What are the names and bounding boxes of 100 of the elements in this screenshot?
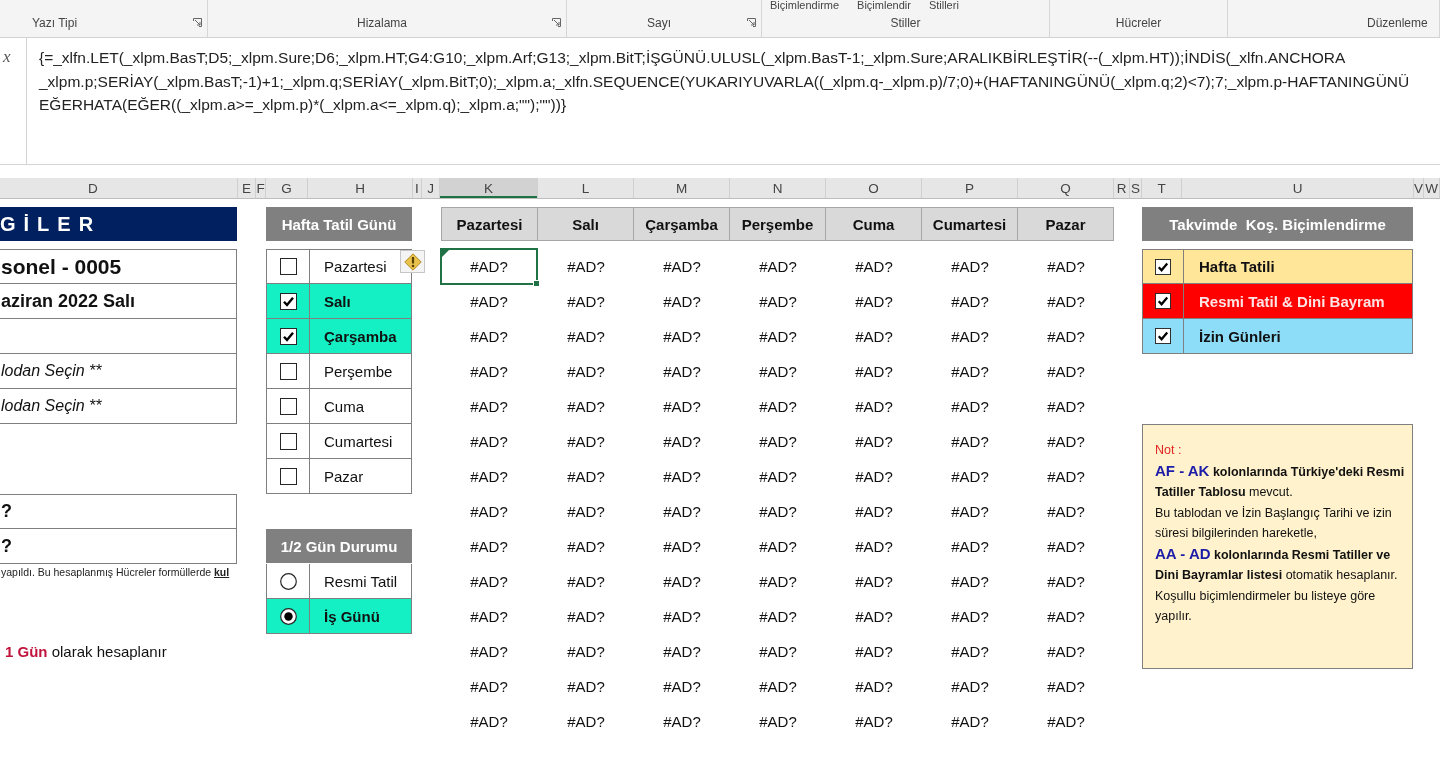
calendar-cell[interactable]: #AD? (538, 494, 634, 529)
calendar-cell[interactable]: #AD? (730, 319, 826, 354)
calendar-cell[interactable]: #AD? (538, 564, 634, 599)
calendar-cell[interactable]: #AD? (922, 564, 1018, 599)
calendar-cell[interactable]: #AD? (922, 389, 1018, 424)
calendar-cell[interactable]: #AD? (1018, 354, 1114, 389)
calendar-cell[interactable]: #AD? (730, 634, 826, 669)
calendar-cell[interactable]: #AD? (440, 704, 538, 739)
calendar-cell[interactable]: #AD? (440, 494, 538, 529)
calendar-cell[interactable]: #AD? (440, 424, 538, 459)
calendar-cell[interactable]: #AD? (538, 529, 634, 564)
checkbox[interactable] (279, 362, 297, 380)
calendar-cell[interactable]: #AD? (826, 389, 922, 424)
calendar-cell[interactable]: #AD? (634, 249, 730, 284)
calendar-cell[interactable]: #AD? (440, 319, 538, 354)
calendar-cell[interactable]: #AD? (634, 389, 730, 424)
calendar-cell[interactable]: #AD? (922, 424, 1018, 459)
checkbox[interactable] (279, 467, 297, 485)
calendar-cell[interactable]: #AD? (826, 459, 922, 494)
calendar-cell[interactable]: #AD? (1018, 284, 1114, 319)
calendar-cell[interactable]: #AD? (538, 319, 634, 354)
radio-button[interactable] (279, 607, 297, 625)
calendar-cell[interactable]: #AD? (826, 634, 922, 669)
column-header[interactable]: I (413, 178, 422, 198)
calendar-cell[interactable]: #AD? (826, 249, 922, 284)
calendar-cell[interactable]: #AD? (826, 494, 922, 529)
calendar-cell[interactable]: #AD? (538, 634, 634, 669)
calendar-cell[interactable]: #AD? (440, 389, 538, 424)
calendar-cell[interactable]: #AD? (730, 249, 826, 284)
calendar-cell[interactable]: #AD? (1018, 669, 1114, 704)
calendar-cell[interactable]: #AD? (922, 669, 1018, 704)
column-header[interactable]: W (1424, 178, 1440, 198)
calendar-cell[interactable]: #AD? (730, 284, 826, 319)
calendar-cell[interactable]: #AD? (826, 564, 922, 599)
calendar-cell[interactable]: #AD? (538, 669, 634, 704)
calendar-cell[interactable]: #AD? (922, 284, 1018, 319)
calendar-cell[interactable]: #AD? (730, 459, 826, 494)
calendar-cell[interactable]: #AD? (440, 669, 538, 704)
ribbon-button-label[interactable]: Biçimlendirme (770, 0, 840, 11)
calendar-cell[interactable]: #AD? (730, 669, 826, 704)
calendar-cell[interactable]: #AD? (538, 424, 634, 459)
calendar-cell[interactable]: #AD? (1018, 599, 1114, 634)
ribbon-button-label[interactable]: Biçimlendir (857, 0, 911, 11)
calendar-cell[interactable]: #AD? (1018, 704, 1114, 739)
calendar-cell[interactable]: #AD? (730, 424, 826, 459)
calendar-cell[interactable]: #AD? (826, 529, 922, 564)
calendar-cell[interactable]: #AD? (730, 564, 826, 599)
calendar-cell[interactable]: #AD? (826, 319, 922, 354)
calendar-cell[interactable]: #AD? (634, 354, 730, 389)
calendar-cell[interactable]: #AD? (1018, 459, 1114, 494)
calendar-cell[interactable]: #AD? (538, 459, 634, 494)
calendar-cell[interactable]: #AD? (634, 459, 730, 494)
calendar-cell[interactable]: #AD? (922, 599, 1018, 634)
calendar-cell[interactable]: #AD? (538, 284, 634, 319)
calendar-cell[interactable]: #AD? (440, 634, 538, 669)
calendar-cell[interactable]: #AD? (634, 424, 730, 459)
calendar-cell[interactable]: #AD? (922, 529, 1018, 564)
column-header[interactable]: K (440, 178, 538, 198)
calendar-cell[interactable]: #AD? (440, 354, 538, 389)
calendar-cell[interactable]: #AD? (730, 494, 826, 529)
calendar-cell[interactable]: #AD? (440, 459, 538, 494)
calendar-cell[interactable]: #AD? (922, 634, 1018, 669)
checkbox[interactable] (1155, 328, 1171, 344)
calendar-cell[interactable]: #AD? (538, 249, 634, 284)
calendar-cell[interactable]: #AD? (1018, 529, 1114, 564)
calendar-cell[interactable]: #AD? (440, 284, 538, 319)
calendar-cell[interactable]: #AD? (440, 248, 538, 285)
checkbox[interactable] (1155, 293, 1171, 309)
calendar-cell[interactable]: #AD? (826, 284, 922, 319)
calendar-cell[interactable]: #AD? (1018, 424, 1114, 459)
calendar-cell[interactable]: #AD? (922, 319, 1018, 354)
calendar-cell[interactable]: #AD? (538, 599, 634, 634)
error-check-button[interactable] (400, 250, 425, 273)
calendar-cell[interactable]: #AD? (634, 669, 730, 704)
calendar-cell[interactable]: #AD? (634, 319, 730, 354)
calendar-cell[interactable]: #AD? (826, 669, 922, 704)
calendar-cell[interactable]: #AD? (730, 354, 826, 389)
calendar-cell[interactable]: #AD? (730, 529, 826, 564)
calendar-cell[interactable]: #AD? (826, 599, 922, 634)
radio-button[interactable] (279, 572, 297, 590)
checkbox[interactable] (279, 432, 297, 450)
calendar-cell[interactable]: #AD? (826, 354, 922, 389)
calendar-cell[interactable]: #AD? (634, 284, 730, 319)
checkbox[interactable] (279, 327, 297, 345)
calendar-cell[interactable]: #AD? (922, 494, 1018, 529)
fill-handle[interactable] (533, 280, 540, 287)
calendar-cell[interactable]: #AD? (634, 494, 730, 529)
checkbox[interactable] (279, 292, 297, 310)
calendar-cell[interactable]: #AD? (826, 704, 922, 739)
calendar-cell[interactable]: #AD? (730, 389, 826, 424)
ribbon-button-label[interactable]: Stilleri (928, 0, 959, 11)
calendar-cell[interactable]: #AD? (1018, 634, 1114, 669)
calendar-cell[interactable]: #AD? (730, 704, 826, 739)
dialog-launcher-icon[interactable] (747, 18, 756, 27)
calendar-cell[interactable]: #AD? (440, 564, 538, 599)
calendar-cell[interactable]: #AD? (634, 704, 730, 739)
calendar-cell[interactable]: #AD? (1018, 249, 1114, 284)
calendar-cell[interactable]: #AD? (1018, 494, 1114, 529)
calendar-cell[interactable]: #AD? (634, 529, 730, 564)
calendar-cell[interactable]: #AD? (922, 249, 1018, 284)
